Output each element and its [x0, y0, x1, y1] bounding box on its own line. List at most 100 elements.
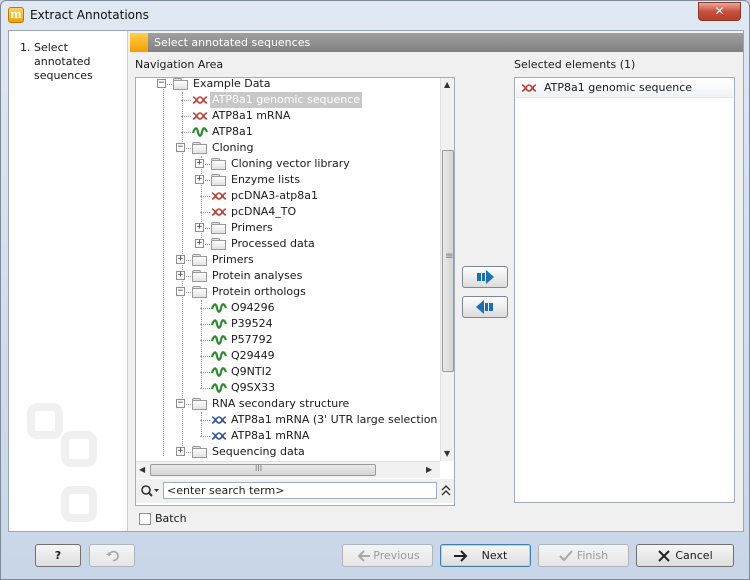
expand-icon[interactable]: + — [195, 239, 204, 248]
tree-sequence-item[interactable]: ATP8a1 mRNA — [136, 108, 440, 124]
search-icon[interactable] — [140, 483, 160, 499]
tree-item-label: Q29449 — [231, 349, 275, 362]
tree-item-label: P39524 — [231, 317, 273, 330]
tree-connector — [200, 324, 210, 325]
horizontal-scrollbar[interactable]: ◀ III ▶ — [136, 461, 440, 478]
expand-icon[interactable]: + — [195, 159, 204, 168]
tree-connector — [203, 244, 210, 245]
list-item[interactable]: ATP8a1 genomic sequence — [516, 79, 733, 98]
tree-connector — [200, 372, 210, 373]
tree-folder-item[interactable]: + Cloning vector library — [136, 156, 440, 172]
reset-button[interactable] — [89, 544, 135, 567]
protein-sequence-icon — [210, 302, 228, 314]
tree-item-label: pcDNA4_TO — [231, 205, 297, 218]
selected-elements-label: Selected elements (1) — [514, 58, 636, 71]
tree-item-label: ATP8a1 mRNA (3' UTR large selection - wi… — [231, 413, 455, 426]
tree-sequence-item[interactable]: ATP8a1 mRNA (3' UTR large selection - wi… — [136, 412, 454, 428]
tree-item-label: Enzyme lists — [231, 173, 301, 186]
cancel-button[interactable]: Cancel — [636, 544, 734, 567]
cancel-x-icon — [658, 550, 670, 562]
checkbox-box[interactable] — [139, 513, 151, 525]
tree-item-label: O94296 — [231, 301, 275, 314]
tree-sequence-item[interactable]: Q29449 — [136, 348, 440, 364]
tree-item-label: ATP8a1 — [212, 125, 253, 138]
expand-icon[interactable]: + — [176, 255, 185, 264]
protein-sequence-icon — [191, 126, 209, 138]
tree-folder-item[interactable]: + Processed data — [136, 236, 440, 252]
step-accent — [130, 33, 148, 52]
title-bar[interactable]: m Extract Annotations ✕ — [1, 1, 749, 30]
tree-sequence-item[interactable]: O94296 — [136, 300, 440, 316]
horizontal-scroll-thumb[interactable]: III — [150, 464, 376, 476]
tree-item-label: Q9SX33 — [231, 381, 276, 394]
tree-folder-item[interactable]: + Primers — [136, 220, 440, 236]
tree-folder-item[interactable]: + Enzyme lists — [136, 172, 440, 188]
vertical-scrollbar[interactable]: ▲ ≡ ▼ — [440, 78, 454, 461]
navigation-tree[interactable]: − Example Data ATP8a1 genomic sequence ATP8… — [135, 77, 455, 506]
protein-sequence-icon — [210, 318, 228, 330]
collapse-icon[interactable]: − — [176, 143, 185, 152]
watermark-shape — [61, 486, 97, 522]
tree-sequence-item[interactable]: Q9SX33 — [136, 380, 440, 396]
vertical-scroll-thumb[interactable]: ≡ — [442, 150, 454, 372]
tree-folder-item[interactable]: − RNA secondary structure — [136, 396, 440, 412]
window-title: Extract Annotations — [30, 8, 149, 22]
navigation-area-label: Navigation Area — [135, 58, 224, 71]
arrow-right-icon — [454, 550, 468, 562]
remove-from-selected-button[interactable] — [462, 296, 508, 318]
tree-connector — [184, 452, 191, 453]
scroll-right-arrow-icon[interactable]: ▶ — [426, 465, 432, 474]
tree-sequence-item[interactable]: pcDNA3-atp8a1 — [136, 188, 440, 204]
tree-sequence-item[interactable]: ATP8a1 mRNA — [136, 428, 440, 444]
wizard-steps-panel: 1. Select annotated sequences — [9, 31, 128, 531]
expand-icon[interactable]: + — [195, 223, 204, 232]
step-number: 1. — [20, 41, 31, 54]
tree-item-label: Cloning — [212, 141, 254, 154]
tree-folder-item[interactable]: + Protein analyses — [136, 268, 440, 284]
tree-item-label: RNA secondary structure — [212, 397, 350, 410]
protein-sequence-icon — [210, 366, 228, 378]
tree-sequence-item[interactable]: ATP8a1 genomic sequence — [136, 92, 440, 108]
tree-sequence-item[interactable]: ATP8a1 — [136, 124, 440, 140]
tree-folder-item[interactable]: − Protein orthologs — [136, 284, 440, 300]
help-button[interactable]: ? — [35, 544, 81, 567]
tree-item-label: Cloning vector library — [231, 157, 350, 170]
close-button[interactable]: ✕ — [698, 2, 741, 21]
checkmark-icon — [559, 550, 573, 562]
tree-connector — [200, 388, 210, 389]
tree-sequence-item[interactable]: P39524 — [136, 316, 440, 332]
finish-button[interactable]: Finish — [538, 544, 629, 567]
collapse-icon[interactable]: − — [176, 287, 185, 296]
folder-icon — [192, 270, 207, 282]
tree-connector — [200, 196, 210, 197]
collapse-all-icon[interactable] — [440, 483, 452, 499]
tree-connector — [200, 356, 210, 357]
add-to-selected-button[interactable] — [462, 266, 508, 288]
rna-sequence-icon — [211, 430, 227, 442]
tree-sequence-item[interactable]: P57792 — [136, 332, 440, 348]
folder-icon — [192, 398, 207, 410]
expand-icon[interactable]: + — [176, 447, 185, 456]
previous-button[interactable]: Previous — [342, 544, 433, 567]
dialog-content: 1. Select annotated sequences Select ann… — [8, 30, 744, 532]
scroll-left-arrow-icon[interactable]: ◀ — [139, 465, 145, 474]
search-input[interactable]: <enter search term> — [163, 482, 437, 499]
tree-folder-item[interactable]: − Cloning — [136, 140, 440, 156]
next-button[interactable]: Next — [440, 544, 531, 567]
expand-icon[interactable]: + — [176, 271, 185, 280]
collapse-icon[interactable]: − — [176, 399, 185, 408]
selected-elements-list[interactable]: ATP8a1 genomic sequence — [514, 77, 735, 503]
tree-sequence-item[interactable]: Q9NTI2 — [136, 364, 440, 380]
collapse-icon[interactable]: − — [157, 79, 166, 88]
cancel-label: Cancel — [675, 549, 713, 562]
tree-folder-item[interactable]: + Primers — [136, 252, 440, 268]
tree-sequence-item[interactable]: pcDNA4_TO — [136, 204, 440, 220]
tree-connector — [184, 260, 191, 261]
scroll-up-arrow-icon[interactable]: ▲ — [444, 80, 450, 89]
wizard-main-panel: Select annotated sequences Navigation Ar… — [128, 31, 743, 531]
watermark-shape — [61, 431, 97, 467]
tree-folder-item[interactable]: + Sequencing data — [136, 444, 440, 460]
scroll-down-arrow-icon[interactable]: ▼ — [444, 449, 450, 458]
tree-folder-item[interactable]: − Example Data — [136, 78, 440, 92]
expand-icon[interactable]: + — [195, 175, 204, 184]
